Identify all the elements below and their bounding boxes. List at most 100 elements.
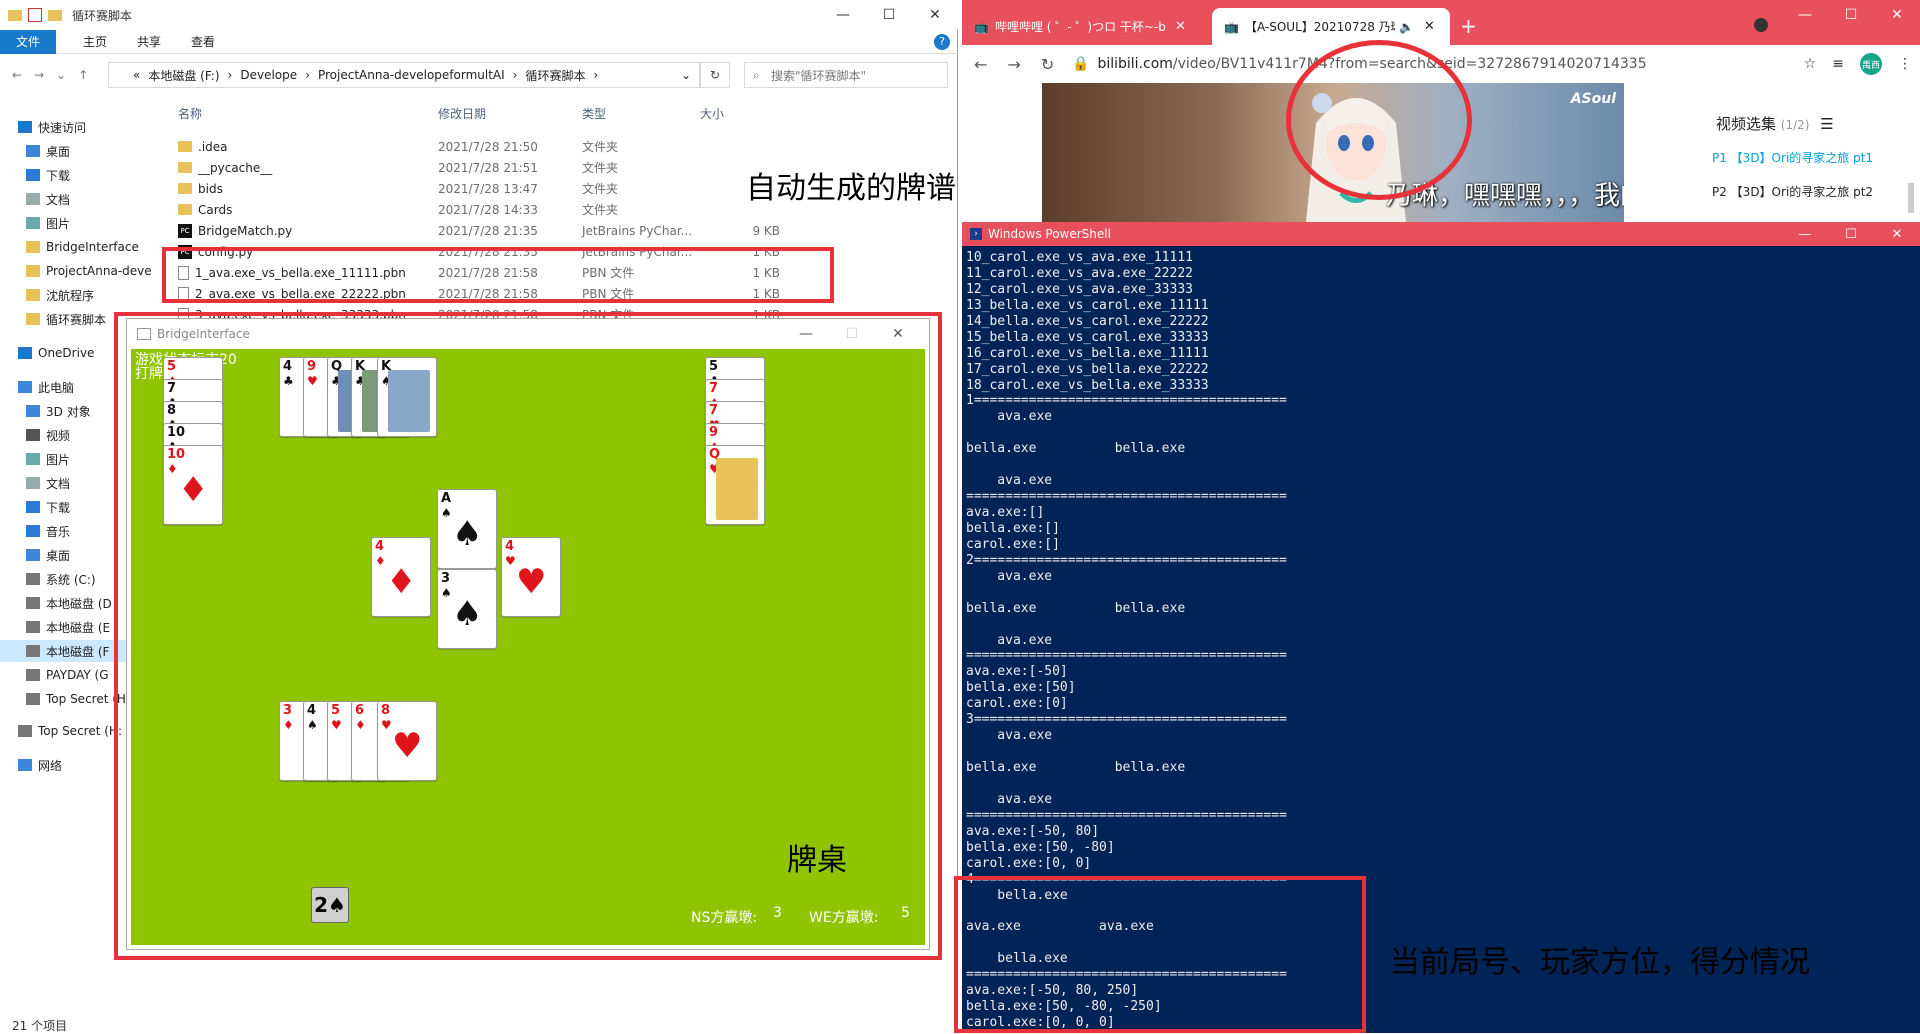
nav-item-label: 快速访问 xyxy=(38,120,87,135)
file-tab[interactable]: 文件 xyxy=(0,29,56,54)
powershell-title: Windows PowerShell xyxy=(988,227,1111,241)
back-icon[interactable]: ← xyxy=(12,68,22,82)
drive-icon xyxy=(26,621,40,633)
tab-home[interactable]: 主页 xyxy=(68,33,122,50)
lock-icon[interactable]: 🔒 xyxy=(1072,56,1089,72)
breadcrumb-drive[interactable]: 本地磁盘 (F:) xyxy=(148,67,219,84)
refresh-button[interactable]: ↻ xyxy=(700,62,730,88)
breadcrumb-develope[interactable]: Develope xyxy=(240,68,297,82)
back-icon[interactable]: ← xyxy=(974,55,987,74)
maximize-button[interactable]: ☐ xyxy=(1828,222,1874,246)
nav-item[interactable]: BridgeInterface xyxy=(0,236,160,258)
nav-item[interactable]: 文档 xyxy=(0,188,160,210)
nav-item[interactable]: 沈航程序 xyxy=(0,284,160,306)
console-line: ========================================… xyxy=(966,648,1287,664)
close-button[interactable]: ✕ xyxy=(1874,0,1920,30)
breadcrumb-project[interactable]: ProjectAnna-developeformultAI xyxy=(318,68,505,82)
powershell-icon: › xyxy=(970,228,982,240)
tab-share[interactable]: 共享 xyxy=(122,33,176,50)
close-tab-icon[interactable]: ✕ xyxy=(1175,19,1186,34)
reading-list-icon[interactable]: ≡ xyxy=(1832,56,1844,72)
nav-item[interactable]: 图片 xyxy=(0,212,160,234)
console-line: ava.exe xyxy=(966,728,1053,744)
column-date[interactable]: 修改日期 xyxy=(438,105,486,122)
console-line: 14_bella.exe_vs_carol.exe_22222 xyxy=(966,313,1209,329)
forward-icon[interactable]: → xyxy=(1007,55,1020,74)
file-name: bids xyxy=(198,181,223,196)
chevron-down-icon[interactable]: ⌄ xyxy=(681,68,691,82)
list-view-icon[interactable]: ☰ xyxy=(1820,115,1833,133)
up-icon[interactable]: ↑ xyxy=(78,68,88,82)
picture-icon xyxy=(26,453,40,465)
file-name-cell: bids xyxy=(178,182,223,196)
file-date: 2021/7/28 14:33 xyxy=(438,202,538,217)
downloads-icon[interactable] xyxy=(1754,18,1768,32)
file-date: 2021/7/28 21:35 xyxy=(438,223,538,238)
chevron-down-icon[interactable]: ⌄ xyxy=(56,68,66,82)
file-name-cell: Cards xyxy=(178,203,232,217)
console-line: 11_carol.exe_vs_ava.exe_22222 xyxy=(966,265,1193,281)
column-name[interactable]: 名称 xyxy=(178,105,202,122)
file-row[interactable]: PC BridgeMatch.py 2021/7/28 21:35 JetBrains… xyxy=(170,220,950,241)
properties-icon[interactable] xyxy=(28,8,42,22)
minimize-button[interactable]: — xyxy=(1782,222,1828,246)
playlist-header: 视频选集 (1/2) ☰ xyxy=(1716,113,1834,134)
file-type: 文件夹 xyxy=(582,161,619,175)
folder-icon xyxy=(178,141,192,152)
nav-item-label: 系统 (C:) xyxy=(46,572,96,587)
nav-item[interactable]: 桌面 xyxy=(0,140,160,162)
file-type: 文件夹 xyxy=(582,182,619,196)
search-input[interactable]: ⌕ 搜索"循环赛脚本" xyxy=(744,62,948,88)
maximize-button[interactable]: ☐ xyxy=(866,0,912,30)
help-icon[interactable]: ? xyxy=(934,34,950,50)
scrollbar[interactable] xyxy=(1908,183,1914,213)
folder-icon xyxy=(26,241,40,253)
maximize-button[interactable]: ☐ xyxy=(1828,0,1874,30)
nav-item-label: 文档 xyxy=(46,476,71,491)
playlist-item-p2[interactable]: P2 【3D】Ori的寻家之旅 pt2 xyxy=(1712,183,1873,200)
playlist-item-p1[interactable]: P1 【3D】Ori的寻家之旅 pt1 xyxy=(1712,149,1873,166)
drive-icon xyxy=(26,573,40,585)
audio-icon[interactable]: 🔈 xyxy=(1399,20,1414,34)
reload-icon[interactable]: ↻ xyxy=(1041,55,1054,74)
nav-item[interactable]: 快速访问 xyxy=(0,116,160,138)
file-row[interactable]: .idea 2021/7/28 21:50 文件夹 xyxy=(170,136,950,157)
console-line: ava.exe:[-50, 80] xyxy=(966,823,1100,839)
close-button[interactable]: ✕ xyxy=(912,0,958,30)
file-name: __pycache__ xyxy=(198,160,273,175)
nav-item[interactable]: 下载 xyxy=(0,164,160,186)
tab-view[interactable]: 查看 xyxy=(176,33,230,50)
file-date: 2021/7/28 13:47 xyxy=(438,181,538,196)
console-line: carol.exe:[] xyxy=(966,536,1060,552)
computer-icon xyxy=(18,381,32,393)
nav-item-label: 沈航程序 xyxy=(46,288,95,303)
minimize-button[interactable]: — xyxy=(1782,0,1828,30)
close-button[interactable]: ✕ xyxy=(1874,222,1920,246)
minimize-button[interactable]: — xyxy=(820,0,866,30)
tab-asoul-video[interactable]: 📺 【A-SOUL】20210728 乃琳 🔈 ✕ xyxy=(1212,8,1450,45)
file-name-cell: .idea xyxy=(178,140,228,154)
new-folder-icon[interactable] xyxy=(48,9,62,21)
address-bar[interactable]: « 本地磁盘 (F:) › Develope › ProjectAnna-devel… xyxy=(108,62,700,88)
console-line: ava.exe xyxy=(966,473,1053,489)
avatar[interactable]: 禹西 xyxy=(1860,53,1882,75)
forward-icon[interactable]: → xyxy=(34,68,44,82)
desktop-icon xyxy=(26,145,40,157)
nav-item-label: 本地磁盘 (E xyxy=(46,620,111,635)
column-size[interactable]: 大小 xyxy=(700,105,724,122)
new-tab-button[interactable]: + xyxy=(1460,14,1477,38)
tab-bilibili-home[interactable]: 📺 哔哩哔哩 ( ゜- ゜)つロ 干杯~-bili ✕ xyxy=(962,8,1210,45)
nav-item[interactable]: ProjectAnna-deve xyxy=(0,260,160,282)
menu-icon[interactable]: ⋮ xyxy=(1898,56,1912,72)
nav-item-label: 视频 xyxy=(46,428,71,443)
nav-item-label: 图片 xyxy=(46,216,71,231)
column-type[interactable]: 类型 xyxy=(582,105,606,122)
breadcrumb-overflow[interactable]: « xyxy=(133,68,140,82)
document-icon xyxy=(26,477,40,489)
breadcrumb-current[interactable]: 循环赛脚本 xyxy=(525,67,585,84)
close-tab-icon[interactable]: ✕ xyxy=(1424,19,1435,34)
file-date: 2021/7/28 21:50 xyxy=(438,139,538,154)
tab-label: 【A-SOUL】20210728 乃琳 xyxy=(1244,20,1395,34)
bookmark-star-icon[interactable]: ☆ xyxy=(1804,56,1817,72)
